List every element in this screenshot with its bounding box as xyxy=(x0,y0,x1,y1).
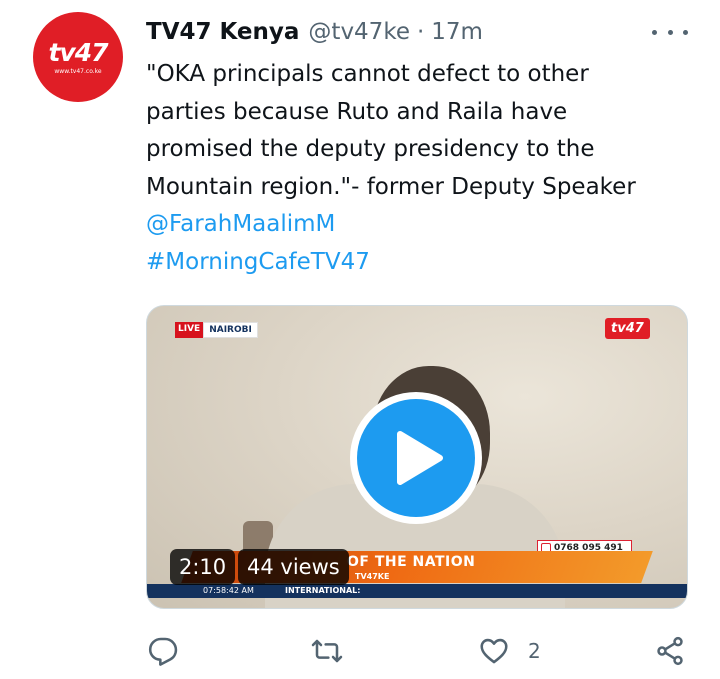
tweet-line: Mountain region."- former Deputy Speaker xyxy=(146,173,636,200)
tweet-text: "OKA principals cannot defect to other p… xyxy=(146,56,706,281)
reply-button[interactable] xyxy=(147,635,179,667)
mention-link[interactable]: @FarahMaalimM xyxy=(146,206,706,244)
tweet-line: promised the deputy presidency to the xyxy=(146,136,595,162)
location-label: NAIROBI xyxy=(203,322,258,338)
like-button[interactable]: 2 xyxy=(478,635,541,667)
avatar-site: www.tv47.co.ke xyxy=(54,67,102,75)
video-views: 44 views xyxy=(238,549,349,585)
display-name[interactable]: TV47 Kenya xyxy=(146,19,299,45)
ticker-time: 07:58:42 AM xyxy=(203,586,254,595)
video-duration: 2:10 xyxy=(170,549,236,585)
tweet-line: parties because Ruto and Raila have xyxy=(146,98,568,125)
banner-title: OF THE NATION xyxy=(347,554,476,570)
banner-sub: TV47KE xyxy=(355,572,390,581)
play-button[interactable] xyxy=(350,392,482,524)
avatar[interactable]: tv47 www.tv47.co.ke xyxy=(33,12,123,102)
hashtag-link[interactable]: #MorningCafeTV47 xyxy=(146,244,706,282)
like-icon xyxy=(478,635,510,667)
retweet-icon xyxy=(310,635,344,667)
avatar-logo: tv47 xyxy=(48,37,108,67)
live-label: LIVE xyxy=(175,322,204,338)
play-icon xyxy=(357,399,475,517)
ticker-label: INTERNATIONAL: xyxy=(285,586,361,595)
share-button[interactable] xyxy=(654,635,686,667)
retweet-button[interactable] xyxy=(310,635,344,667)
news-ticker: 07:58:42 AM INTERNATIONAL: xyxy=(147,584,687,598)
tweet-actions: 2 xyxy=(0,630,720,674)
timestamp[interactable]: 17m xyxy=(431,19,483,45)
separator-dot: · xyxy=(416,19,425,45)
tweet-header: TV47 Kenya @tv47ke · 17m xyxy=(146,17,483,47)
like-count: 2 xyxy=(528,639,541,663)
user-handle[interactable]: @tv47ke xyxy=(308,19,410,45)
more-icon[interactable] xyxy=(652,22,688,42)
reply-icon xyxy=(147,635,179,667)
share-icon xyxy=(654,635,686,667)
tweet-line: "OKA principals cannot defect to other xyxy=(146,61,589,87)
live-tag: LIVE NAIROBI xyxy=(175,322,258,338)
channel-badge: tv47 xyxy=(605,318,650,339)
